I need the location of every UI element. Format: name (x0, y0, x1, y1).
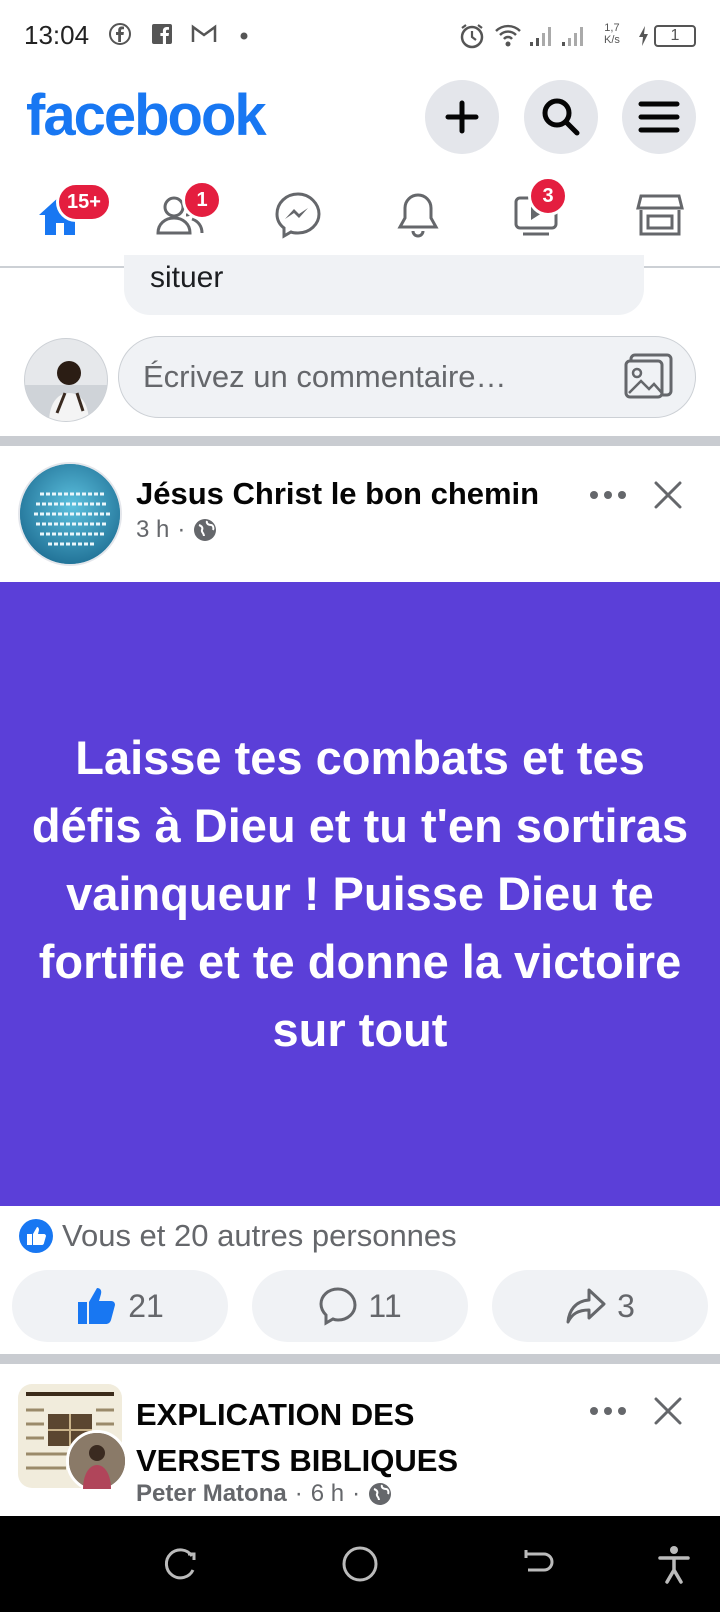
author-avatar-image (69, 1433, 125, 1489)
like-button[interactable]: 21 (12, 1270, 228, 1342)
android-navigation-bar (0, 1516, 720, 1612)
tab-watch[interactable]: 3 (498, 176, 578, 250)
gmail-icon (191, 24, 217, 42)
avatar[interactable] (24, 338, 108, 422)
facebook-logo[interactable]: facebook (26, 82, 267, 149)
reactions-summary[interactable]: Vous et 20 autres personnes (18, 1216, 457, 1256)
signal-icon-1 (530, 27, 551, 46)
like-reaction-icon (19, 1219, 53, 1253)
close-icon[interactable] (653, 1396, 683, 1426)
create-button[interactable] (425, 80, 499, 154)
share-count: 3 (617, 1287, 635, 1324)
facebook-square-icon (152, 24, 172, 44)
reactions-text: Vous et 20 autres personnes (62, 1218, 457, 1253)
friends-badge: 1 (182, 180, 222, 220)
messenger-icon (275, 192, 321, 239)
back-icon[interactable] (520, 1546, 556, 1582)
tab-friends[interactable]: 1 (140, 180, 222, 250)
wifi-icon (495, 24, 521, 47)
video-badge: 3 (528, 176, 568, 216)
close-icon[interactable] (653, 480, 683, 510)
thumbs-up-icon (78, 1288, 116, 1324)
post-meta: 3 h · (136, 516, 217, 544)
post-body[interactable]: Laisse tes combats et tes défis à Dieu e… (0, 582, 720, 1206)
accessibility-icon[interactable] (656, 1544, 692, 1584)
post-time[interactable]: 3 h (136, 516, 169, 544)
menu-button[interactable] (622, 80, 696, 154)
comment-icon (319, 1287, 357, 1326)
status-time: 13:04 (24, 20, 90, 50)
feed-separator-2 (0, 1354, 720, 1364)
more-options-icon[interactable] (588, 488, 628, 502)
tab-home[interactable]: 15+ (20, 180, 112, 250)
search-icon (542, 98, 580, 136)
author-avatar[interactable] (66, 1430, 128, 1492)
status-bar: 13:04 1,7 K/s 1 (0, 0, 720, 72)
meta-dot: · (294, 1480, 303, 1507)
share-button[interactable]: 3 (492, 1270, 708, 1342)
previous-comment-bubble[interactable]: situer (124, 255, 644, 315)
tab-messenger[interactable] (258, 180, 338, 250)
globe-icon (369, 1483, 392, 1505)
page-avatar[interactable] (18, 462, 122, 566)
home-badge: 15+ (56, 182, 112, 222)
alarm-icon (460, 24, 484, 49)
plus-icon (445, 100, 479, 134)
network-speed: 1,7 K/s (604, 22, 620, 46)
feed-separator (0, 436, 720, 446)
comment-input[interactable]: Écrivez un commentaire… (118, 336, 696, 418)
facebook-circle-icon (109, 23, 131, 45)
post2-title[interactable]: EXPLICATION DES VERSETS BIBLIQUES (136, 1392, 556, 1484)
menu-icon (638, 101, 680, 133)
tab-notifications[interactable] (378, 180, 458, 250)
home-nav-icon[interactable] (340, 1544, 380, 1584)
more-options-icon[interactable] (588, 1404, 628, 1418)
meta-dot: · (352, 1480, 361, 1507)
battery-icon: 1 (654, 25, 696, 47)
post2-time[interactable]: 6 h (311, 1480, 344, 1508)
bell-icon (397, 193, 439, 238)
marketplace-icon (636, 194, 684, 236)
search-button[interactable] (524, 80, 598, 154)
signal-icon-2 (562, 27, 583, 46)
tab-marketplace[interactable] (620, 180, 700, 250)
dot-icon (240, 32, 248, 40)
like-count: 21 (128, 1287, 164, 1324)
share-icon (566, 1288, 606, 1324)
comment-button[interactable]: 11 (252, 1270, 468, 1342)
comment-count: 11 (368, 1287, 402, 1324)
charging-icon (639, 26, 648, 46)
user-photo (25, 339, 107, 421)
post2-meta: Peter Matona · 6 h · (136, 1480, 392, 1508)
photo-icon[interactable] (623, 351, 675, 401)
previous-comment-text: situer (150, 261, 224, 294)
post2-author[interactable]: Peter Matona (136, 1480, 287, 1508)
globe-icon (194, 519, 217, 541)
post-author[interactable]: Jésus Christ le bon chemin (136, 476, 539, 512)
comment-placeholder: Écrivez un commentaire… (143, 359, 507, 394)
meta-dot: · (177, 516, 186, 543)
recent-apps-icon[interactable] (162, 1546, 198, 1582)
page-avatar-image (20, 464, 120, 564)
post-text: Laisse tes combats et tes défis à Dieu e… (31, 731, 689, 1056)
